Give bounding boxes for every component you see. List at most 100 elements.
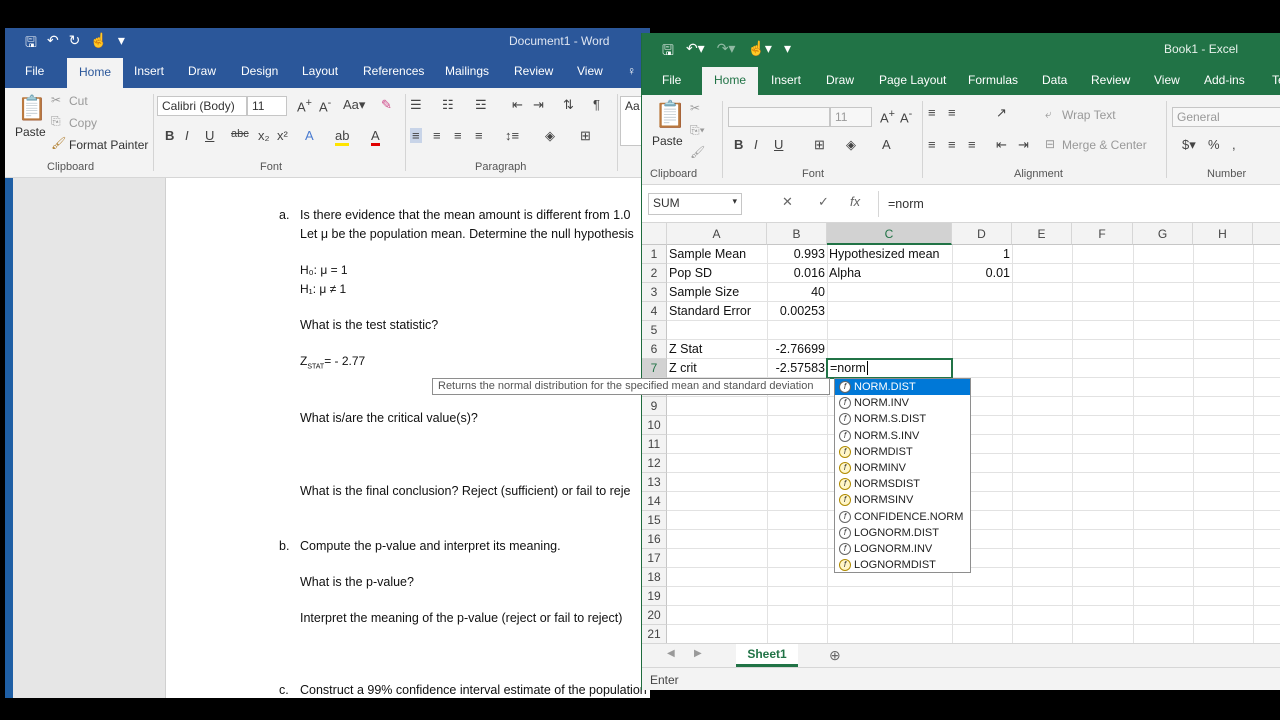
formula-input[interactable]: =norm — [888, 197, 924, 211]
cell-d1[interactable]: 1 — [952, 245, 1012, 264]
justify-icon[interactable]: ≡ — [475, 128, 483, 143]
decrease-indent-icon[interactable]: ⇤ — [512, 97, 523, 113]
word-tab-layout[interactable]: Layout — [302, 64, 338, 78]
line-spacing-icon[interactable]: ↕≡ — [505, 128, 519, 143]
orientation-icon[interactable]: ↗ — [996, 105, 1007, 121]
autocomplete-item[interactable]: f NORMDIST — [835, 444, 970, 460]
excel-tab-add-ins[interactable]: Add-ins — [1204, 73, 1245, 87]
function-autocomplete-list[interactable]: f NORM.DIST f NORM.INV f NORM.S.DIST f NORM.… — [834, 378, 971, 573]
align-left-icon[interactable]: ≡ — [410, 128, 422, 143]
excel-tab-draw[interactable]: Draw — [826, 73, 854, 87]
italic-icon[interactable]: I — [754, 137, 758, 152]
row-header[interactable]: 14 — [642, 492, 667, 511]
tell-me-icon[interactable]: ♀ — [627, 64, 636, 78]
number-format-box[interactable]: General — [1172, 107, 1280, 127]
cell-b1[interactable]: 0.993 — [767, 245, 827, 264]
scroll-left-icon[interactable]: ◀ — [667, 648, 675, 659]
cell-b6[interactable]: -2.76699 — [767, 340, 827, 359]
excel-tab-view[interactable]: View — [1154, 73, 1180, 87]
top-align-icon[interactable]: ≡ — [928, 105, 936, 120]
row-header[interactable]: 9 — [642, 397, 667, 416]
copy-icon[interactable]: ⎘▾ — [690, 123, 705, 138]
underline-icon[interactable]: U — [774, 137, 783, 152]
clear-formatting-icon[interactable]: ✎ — [381, 97, 392, 113]
word-tab-file[interactable]: File — [25, 64, 44, 78]
row-header[interactable]: 1 — [642, 245, 667, 264]
touch-mode-icon[interactable]: ☝ — [90, 32, 107, 56]
format-painter-icon[interactable]: 🖌 — [690, 145, 705, 159]
bullets-icon[interactable]: ☰ — [410, 97, 422, 113]
excel-font-size-box[interactable]: 11 — [830, 107, 872, 127]
cell-b2[interactable]: 0.016 — [767, 264, 827, 283]
comma-icon[interactable]: , — [1232, 137, 1236, 152]
grow-font-icon[interactable]: A+ — [880, 108, 895, 125]
autocomplete-item[interactable]: f NORM.INV — [835, 395, 970, 411]
redo-icon[interactable]: ↻ — [69, 32, 81, 56]
font-color-icon[interactable]: A — [371, 128, 380, 146]
sort-icon[interactable]: ⇅ — [563, 97, 574, 113]
name-box-dropdown-icon[interactable]: ▾ — [732, 196, 737, 207]
paste-icon[interactable]: 📋 — [17, 94, 47, 123]
autocomplete-item[interactable]: f CONFIDENCE.NORM — [835, 509, 970, 525]
cell-b7[interactable]: -2.57583 — [767, 359, 827, 378]
grow-font-icon[interactable]: A+ — [297, 97, 312, 114]
row-header[interactable]: 10 — [642, 416, 667, 435]
autocomplete-item[interactable]: f NORM.DIST — [835, 379, 970, 396]
currency-icon[interactable]: $▾ — [1182, 137, 1196, 153]
row-header[interactable]: 16 — [642, 530, 667, 549]
scroll-right-icon[interactable]: ▶ — [694, 648, 702, 659]
autocomplete-item[interactable]: f NORMSDIST — [835, 476, 970, 492]
cell-a6[interactable]: Z Stat — [667, 340, 767, 359]
select-all-corner[interactable] — [642, 223, 667, 245]
excel-tab-formulas[interactable]: Formulas — [968, 73, 1018, 87]
autocomplete-item[interactable]: f NORM.S.DIST — [835, 411, 970, 427]
word-font-size-box[interactable]: 11 — [247, 96, 287, 116]
cell-d2[interactable]: 0.01 — [952, 264, 1012, 283]
cell-a7[interactable]: Z crit — [667, 359, 767, 378]
borders-icon[interactable]: ⊞ — [814, 137, 825, 153]
strikethrough-icon[interactable]: abc — [231, 128, 249, 140]
row-header[interactable]: 4 — [642, 302, 667, 321]
row-header[interactable]: 12 — [642, 454, 667, 473]
show-marks-icon[interactable]: ¶ — [593, 97, 600, 112]
shrink-font-icon[interactable]: A- — [900, 108, 912, 125]
superscript-icon[interactable]: x² — [277, 128, 288, 143]
active-cell-c7[interactable]: =norm — [826, 358, 953, 379]
fill-color-icon[interactable]: ◈ — [846, 137, 856, 153]
cell-b3[interactable]: 40 — [767, 283, 827, 302]
underline-icon[interactable]: U — [205, 128, 214, 143]
excel-tab-page-layout[interactable]: Page Layout — [879, 73, 946, 87]
excel-paste-button[interactable]: Paste — [652, 134, 683, 148]
word-cut-button[interactable]: Cut — [69, 94, 88, 108]
undo-icon[interactable]: ↶▾ — [686, 40, 705, 64]
column-header-h[interactable]: H — [1193, 223, 1253, 245]
cell-a2[interactable]: Pop SD — [667, 264, 767, 283]
row-header[interactable]: 5 — [642, 321, 667, 340]
autocomplete-item[interactable]: f LOGNORMDIST — [835, 557, 970, 573]
multilevel-list-icon[interactable]: ☲ — [475, 97, 487, 113]
word-format-painter-button[interactable]: Format Painter — [69, 138, 148, 152]
align-right-icon[interactable]: ≡ — [968, 137, 976, 152]
cell-a4[interactable]: Standard Error — [667, 302, 767, 321]
align-right-icon[interactable]: ≡ — [454, 128, 462, 143]
word-tab-design[interactable]: Design — [241, 64, 278, 78]
customize-qat-icon[interactable]: ▾ — [784, 40, 791, 64]
column-header-d[interactable]: D — [952, 223, 1012, 245]
cell-a3[interactable]: Sample Size — [667, 283, 767, 302]
excel-tab-team[interactable]: Te — [1272, 73, 1280, 87]
word-tab-draw[interactable]: Draw — [188, 64, 216, 78]
text-effects-icon[interactable]: A — [305, 128, 314, 143]
row-header[interactable]: 18 — [642, 568, 667, 587]
autocomplete-item[interactable]: f NORM.S.INV — [835, 428, 970, 444]
excel-tab-data[interactable]: Data — [1042, 73, 1067, 87]
cell-c1[interactable]: Hypothesized mean — [827, 245, 952, 264]
column-header-g[interactable]: G — [1133, 223, 1193, 245]
paste-icon[interactable]: 📋 — [654, 99, 686, 130]
word-tab-view[interactable]: View — [577, 64, 603, 78]
word-page[interactable]: a. Is there evidence that the mean amoun… — [165, 178, 650, 698]
column-header-f[interactable]: F — [1072, 223, 1133, 245]
decrease-indent-icon[interactable]: ⇤ — [996, 137, 1007, 153]
increase-indent-icon[interactable]: ⇥ — [533, 97, 544, 113]
cell-c2[interactable]: Alpha — [827, 264, 952, 283]
word-copy-button[interactable]: Copy — [69, 116, 97, 130]
